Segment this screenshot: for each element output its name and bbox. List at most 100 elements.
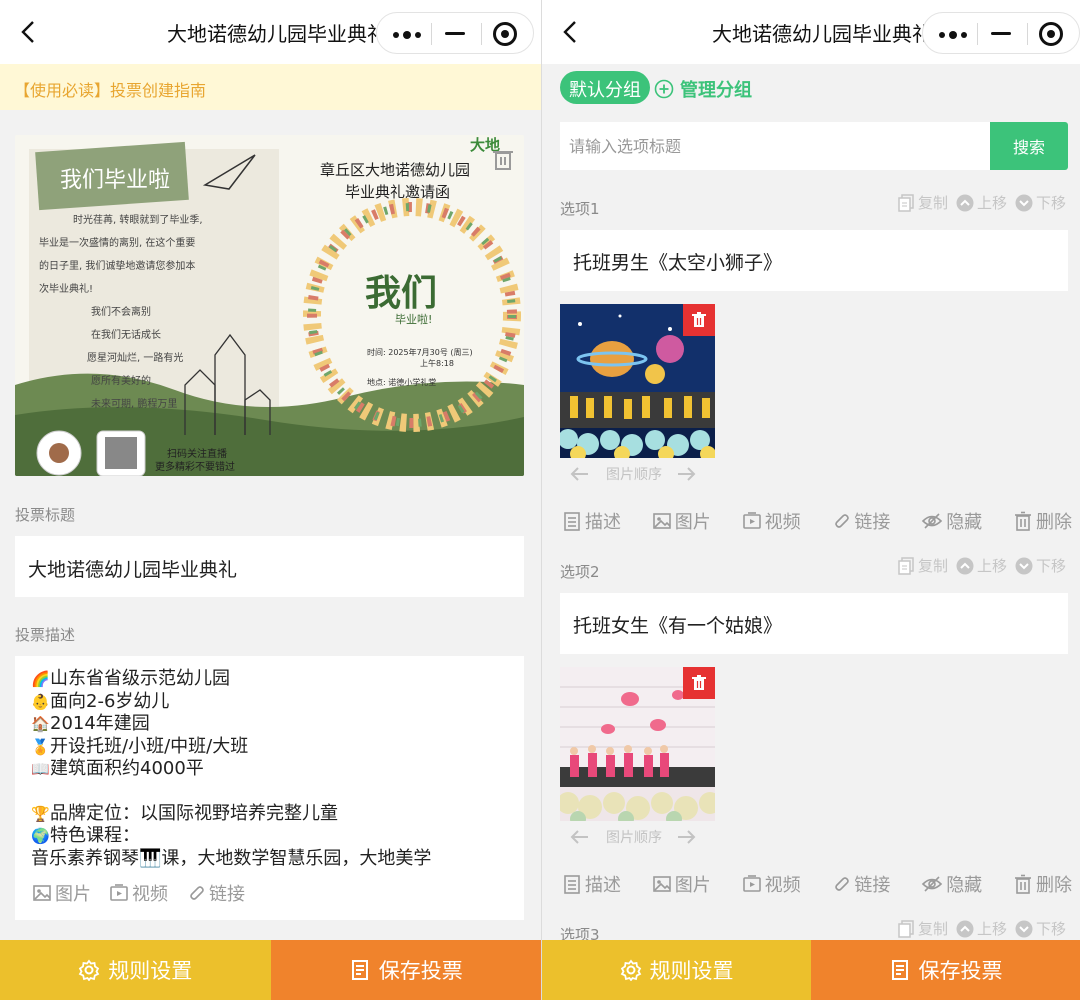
add-video-button[interactable]: 视频 (109, 880, 168, 906)
option-title-field[interactable]: 托班女生《有一个姑娘》 (560, 593, 1068, 654)
desc-line: 🏠2014年建园 (31, 713, 150, 734)
image-icon (652, 513, 671, 529)
guide-link[interactable]: 【使用必读】投票创建指南 (0, 64, 541, 110)
gear-icon (620, 959, 641, 981)
rules-settings-button[interactable]: 规则设置 (0, 940, 271, 1000)
minimize-icon[interactable] (991, 32, 1011, 35)
default-group-tab[interactable]: 默认分组 (560, 71, 650, 104)
copy-option-button[interactable]: 复制 (897, 555, 948, 576)
description-icon (564, 875, 580, 894)
mini-program-capsule (922, 12, 1080, 54)
link-icon (835, 877, 850, 891)
add-description-button[interactable]: 描述 (562, 508, 621, 534)
search-button[interactable]: 搜索 (990, 122, 1068, 170)
baby-icon: 👶 (31, 692, 50, 711)
copy-icon (898, 556, 914, 575)
delete-option-button[interactable]: 删除 (1013, 871, 1072, 897)
cover-poster-image[interactable]: 我们毕业啦 时光荏苒, 转眼就到了毕业季, 毕业是一次盛情的离别, 在这个重要 … (15, 135, 524, 476)
add-description-button[interactable]: 描述 (562, 871, 621, 897)
trash-icon (1014, 511, 1031, 531)
save-vote-button[interactable]: 保存投票 (811, 940, 1080, 1000)
poster-poem-line: 时光荏苒, 转眼就到了毕业季, (73, 213, 203, 226)
poster-big-subtext: 毕业啦! (395, 312, 432, 326)
close-target-icon[interactable] (1039, 22, 1063, 46)
move-down-button[interactable]: 下移 (1015, 192, 1066, 213)
video-icon (110, 884, 128, 901)
desc-line: 🏆品牌定位：以国际视野培养完整儿童 (31, 802, 338, 824)
add-video-button[interactable]: 视频 (742, 871, 801, 897)
poster-poem-line: 次毕业典礼! (39, 282, 93, 295)
add-image-button[interactable]: 图片 (652, 508, 711, 534)
move-up-button[interactable]: 上移 (956, 192, 1007, 213)
add-link-button[interactable]: 链接 (831, 871, 890, 897)
arrow-left-icon[interactable] (570, 466, 590, 482)
close-target-icon[interactable] (493, 22, 517, 46)
trash-icon (692, 312, 706, 327)
move-down-button[interactable]: 下移 (1015, 918, 1066, 939)
mini-program-capsule (376, 12, 534, 54)
desc-line: 📖建筑面积约4000平 (31, 758, 204, 779)
copy-option-button[interactable]: 复制 (897, 918, 948, 939)
rules-settings-button[interactable]: 规则设置 (542, 940, 811, 1000)
delete-image-button[interactable] (683, 304, 715, 336)
option-actions: 复制 上移 下移 (889, 192, 1066, 213)
book-icon: 📖 (31, 760, 50, 778)
description-media-row: 图片 视频 链接 (32, 880, 263, 906)
option-image[interactable] (560, 667, 715, 821)
minimize-icon[interactable] (445, 32, 465, 35)
arrow-down-circle-icon (1015, 557, 1033, 574)
option-tool-row: 描述 图片 视频 链接 隐藏 删除 (562, 871, 1072, 897)
option-label: 选项2 (560, 563, 600, 581)
poster-big-text: 我们 (365, 273, 437, 314)
poster-qr-caption: 扫码关注直播 (167, 447, 227, 460)
poster-qr-caption-2: 更多精彩不要错过 (155, 460, 235, 473)
copy-option-button[interactable]: 复制 (897, 192, 948, 213)
description-label: 投票描述 (15, 626, 76, 644)
arrow-right-icon[interactable] (676, 466, 696, 482)
poster-poem-line: 愿所有美好的 (91, 374, 151, 387)
poster-poem-line: 我们不会离别 (91, 305, 151, 318)
poster-poem-line: 愿星河灿烂, 一路有光 (87, 351, 183, 364)
title-field[interactable]: 大地诺德幼儿园毕业典礼 (15, 536, 524, 597)
document-icon (351, 960, 368, 980)
image-icon (652, 876, 671, 892)
add-image-button[interactable]: 图片 (32, 880, 91, 906)
eye-hidden-icon (922, 513, 943, 529)
arrow-right-icon[interactable] (676, 829, 696, 845)
delete-image-button[interactable] (683, 667, 715, 699)
move-up-button[interactable]: 上移 (956, 555, 1007, 576)
option-image[interactable] (560, 304, 715, 458)
back-arrow-icon[interactable] (560, 20, 584, 44)
option-title-field[interactable]: 托班男生《太空小狮子》 (560, 230, 1068, 291)
add-link-button[interactable]: 链接 (831, 508, 890, 534)
house-icon: 🏠 (31, 715, 50, 733)
delete-option-button[interactable]: 删除 (1013, 508, 1072, 534)
copy-icon (898, 919, 914, 938)
add-video-button[interactable]: 视频 (742, 508, 801, 534)
move-up-button[interactable]: 上移 (956, 918, 1007, 939)
arrow-left-icon[interactable] (570, 829, 590, 845)
move-down-button[interactable]: 下移 (1015, 555, 1066, 576)
arrow-down-circle-icon (1015, 920, 1033, 937)
more-icon[interactable] (939, 31, 969, 39)
gear-icon (78, 959, 100, 981)
bottom-action-bar: 规则设置 保存投票 (542, 940, 1080, 1000)
right-screen: 大地诺德幼儿园毕业典礼 默认分组 管理分组 搜索 选项1 复制 上移 下移 托班… (542, 0, 1080, 1000)
hide-option-button[interactable]: 隐藏 (921, 508, 982, 534)
document-icon (891, 960, 908, 980)
link-icon (190, 886, 204, 900)
save-vote-button[interactable]: 保存投票 (270, 940, 541, 1000)
add-link-button[interactable]: 链接 (186, 880, 245, 906)
more-icon[interactable] (393, 31, 423, 39)
add-image-button[interactable]: 图片 (652, 871, 711, 897)
medal-icon: 🏅 (31, 737, 50, 756)
delete-poster-icon[interactable] (492, 147, 514, 171)
manage-group-button[interactable]: 管理分组 (654, 76, 752, 102)
video-icon (742, 512, 761, 529)
option-search-input[interactable] (560, 122, 990, 170)
nav-bar: 大地诺德幼儿园毕业典礼 (542, 0, 1080, 64)
hide-option-button[interactable]: 隐藏 (921, 871, 982, 897)
title-label: 投票标题 (15, 506, 76, 524)
back-arrow-icon[interactable] (18, 20, 42, 44)
eye-hidden-icon (922, 876, 943, 892)
